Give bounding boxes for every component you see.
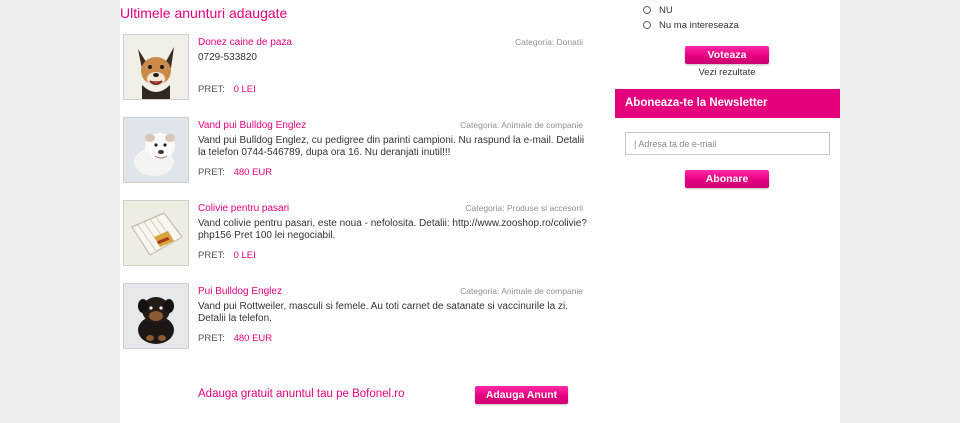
poll-option-nu[interactable]: NU <box>643 5 673 17</box>
radio-icon[interactable] <box>643 6 651 15</box>
listing-price: PRET: 480 EUR <box>198 333 272 344</box>
email-field[interactable] <box>625 132 830 155</box>
vote-button[interactable]: Voteaza <box>685 46 769 64</box>
dog-photo[interactable] <box>123 34 189 100</box>
radio-icon[interactable] <box>643 21 651 30</box>
listing-category: Categoria: Donatii <box>514 37 583 47</box>
listing-category: Categoria: Animale de companie <box>460 286 583 296</box>
price-label: PRET: <box>198 250 225 261</box>
price-value: 480 EUR <box>233 333 273 344</box>
listing-category: Categoria: Animale de companie <box>460 120 583 130</box>
listing-description: Vand pui Rottweiler, masculi si femele. … <box>198 301 568 324</box>
listing-description: Vand colivie pentru pasari, este noua - … <box>198 218 587 241</box>
listing-price: PRET: 0 LEI <box>198 250 256 261</box>
listing-price: PRET: 0 LEI <box>198 84 256 95</box>
listing-title[interactable]: Pui Bulldog Englez <box>198 286 282 297</box>
newsletter-header: Aboneaza-te la Newsletter <box>615 89 840 118</box>
listing-category: Categoria: Produse si accesorii <box>465 203 583 213</box>
listing-title[interactable]: Vand pui Bulldog Englez <box>198 120 306 131</box>
listing-description: 0729-533820 <box>198 52 257 63</box>
bird-cage-photo[interactable] <box>123 200 189 266</box>
price-value: 480 EUR <box>233 167 273 178</box>
price-label: PRET: <box>198 167 225 178</box>
page-container: Ultimele anunturi adaugate Donez caine d… <box>120 0 840 423</box>
listing-item: Vand pui Bulldog Englez Categoria: Anima… <box>123 117 584 185</box>
add-listing-button[interactable]: Adauga Anunt <box>475 386 568 404</box>
listing-item: Colivie pentru pasari Categoria: Produse… <box>123 200 587 268</box>
view-results-link[interactable]: Vezi rezultate <box>685 67 769 78</box>
price-value: 0 LEI <box>233 250 256 261</box>
bulldog-puppy-photo[interactable] <box>123 117 189 183</box>
listing-price: PRET: 480 EUR <box>198 167 272 178</box>
poll-option-label: NU <box>659 5 673 16</box>
listing-title[interactable]: Colivie pentru pasari <box>198 203 289 214</box>
add-listing-text: Adauga gratuit anuntul tau pe Bofonel.ro <box>198 388 405 400</box>
subscribe-button[interactable]: Abonare <box>685 170 769 188</box>
poll-option-not-interested[interactable]: Nu ma intereseaza <box>643 20 739 32</box>
section-title: Ultimele anunturi adaugate <box>120 5 288 21</box>
rottweiler-puppy-photo[interactable] <box>123 283 189 349</box>
listing-item: Pui Bulldog Englez Categoria: Animale de… <box>123 283 583 351</box>
price-label: PRET: <box>198 333 225 344</box>
poll-option-label: Nu ma intereseaza <box>659 20 739 31</box>
listing-title[interactable]: Donez caine de paza <box>198 37 292 48</box>
listing-item: Donez caine de paza Categoria: Donatii 0… <box>123 34 583 102</box>
price-label: PRET: <box>198 84 225 95</box>
listing-description: Vand pui Bulldog Englez, cu pedigree din… <box>198 135 585 158</box>
price-value: 0 LEI <box>233 84 256 95</box>
